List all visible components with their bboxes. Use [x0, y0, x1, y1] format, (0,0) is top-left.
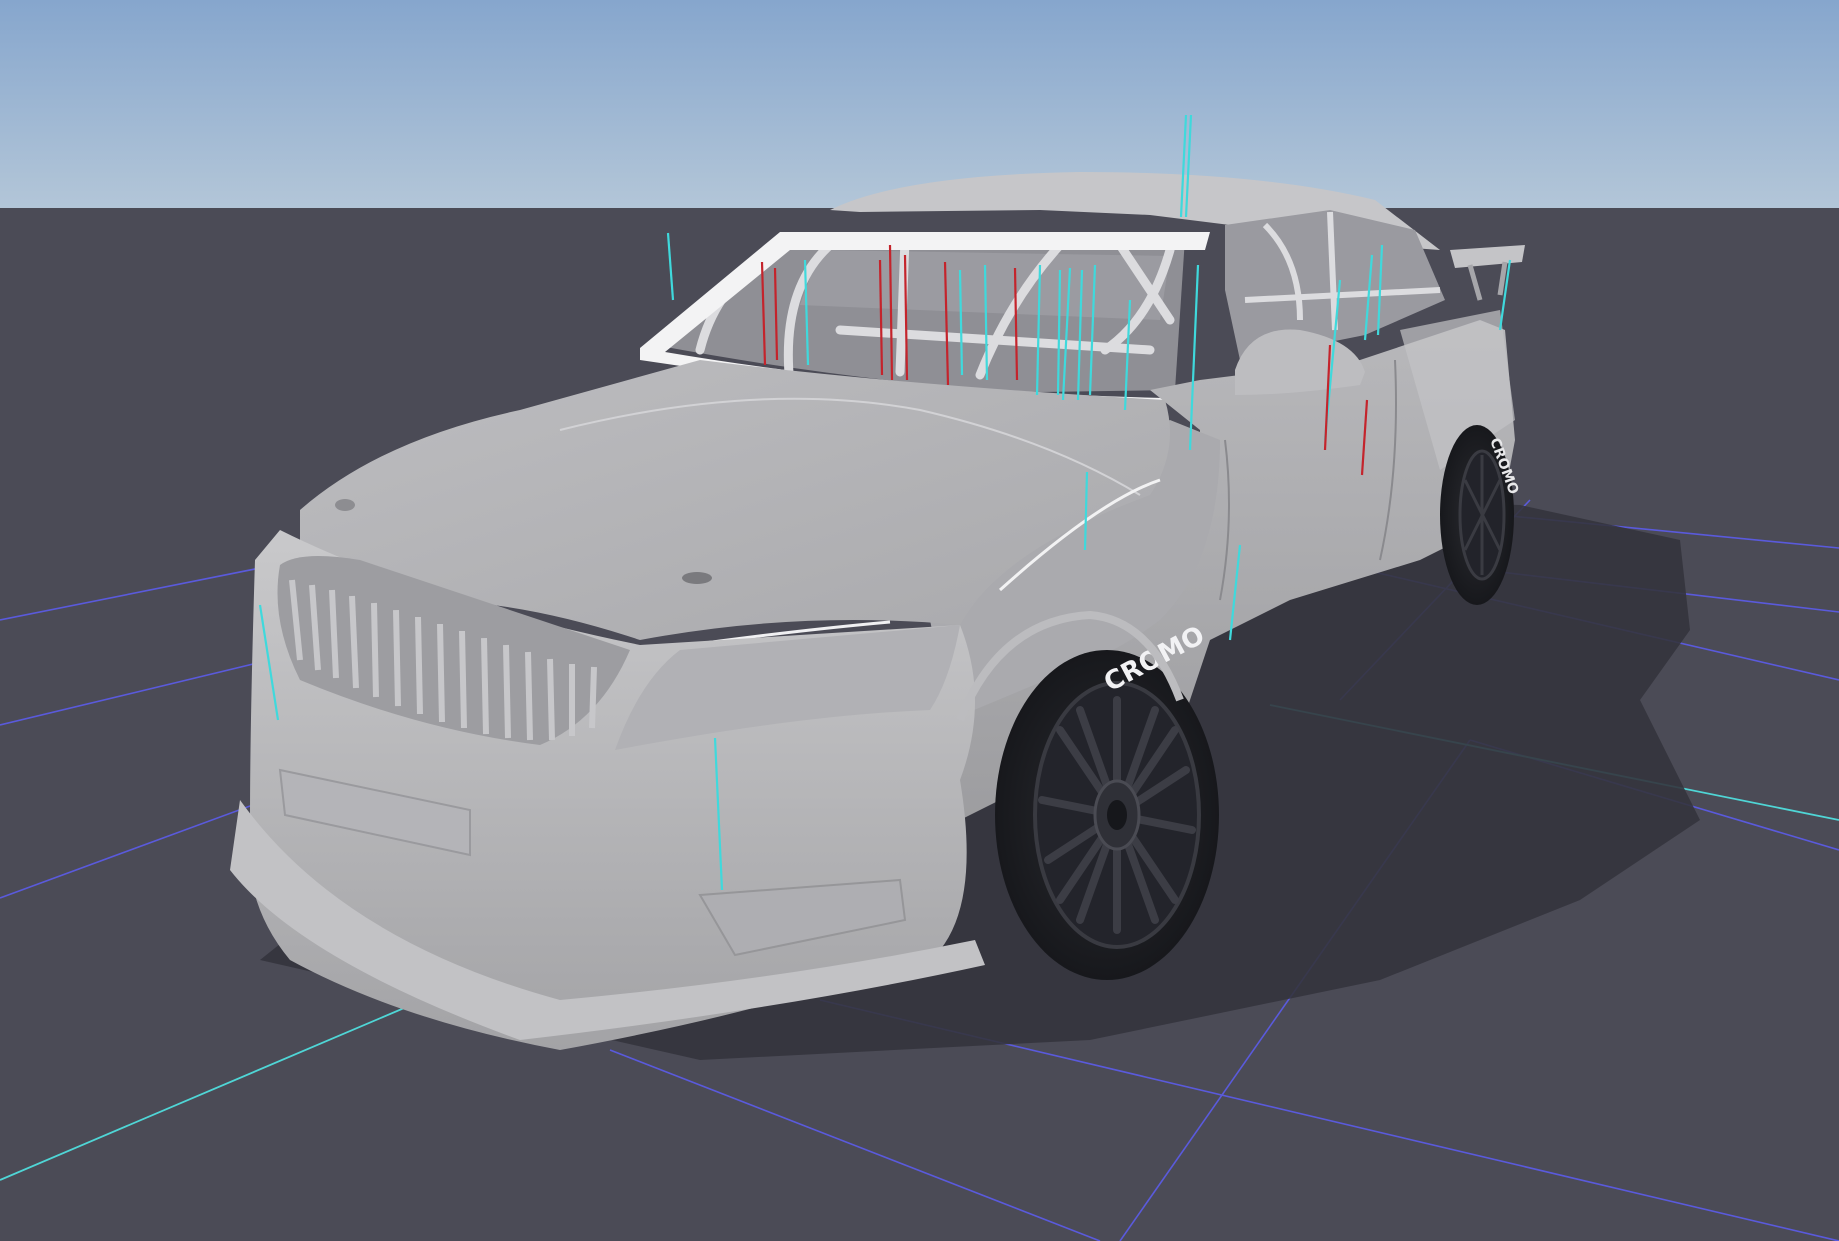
hood-badge [682, 572, 712, 584]
sky-background [0, 0, 1839, 208]
scene-canvas[interactable]: CROMO CROMO [0, 0, 1839, 1241]
hood-emblem [335, 499, 355, 511]
3d-viewport[interactable]: CROMO CROMO [0, 0, 1839, 1241]
